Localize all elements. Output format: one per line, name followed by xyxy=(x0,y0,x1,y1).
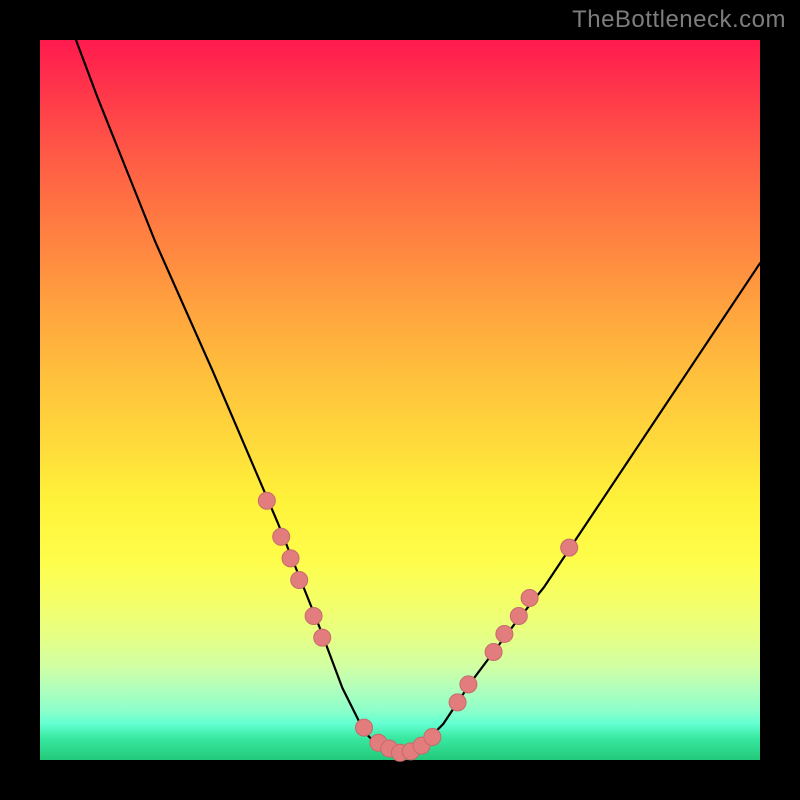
data-dot xyxy=(273,528,290,545)
data-dot xyxy=(282,550,299,567)
data-dot xyxy=(510,608,527,625)
data-dot xyxy=(291,572,308,589)
data-dot xyxy=(496,626,513,643)
data-dot xyxy=(460,676,477,693)
data-dot xyxy=(449,694,466,711)
data-dot xyxy=(521,590,538,607)
chart-stage: TheBottleneck.com xyxy=(0,0,800,800)
curve-left-branch xyxy=(76,40,400,756)
plot-area xyxy=(40,40,760,760)
data-dot xyxy=(314,629,331,646)
data-dot xyxy=(305,608,322,625)
data-dot xyxy=(485,644,502,661)
data-dots-group xyxy=(258,492,577,761)
data-dot xyxy=(356,719,373,736)
data-dot xyxy=(424,728,441,745)
data-dot xyxy=(258,492,275,509)
watermark-text: TheBottleneck.com xyxy=(572,6,786,34)
data-dot xyxy=(561,539,578,556)
curve-right-branch xyxy=(400,263,760,756)
curve-layer xyxy=(40,40,760,760)
